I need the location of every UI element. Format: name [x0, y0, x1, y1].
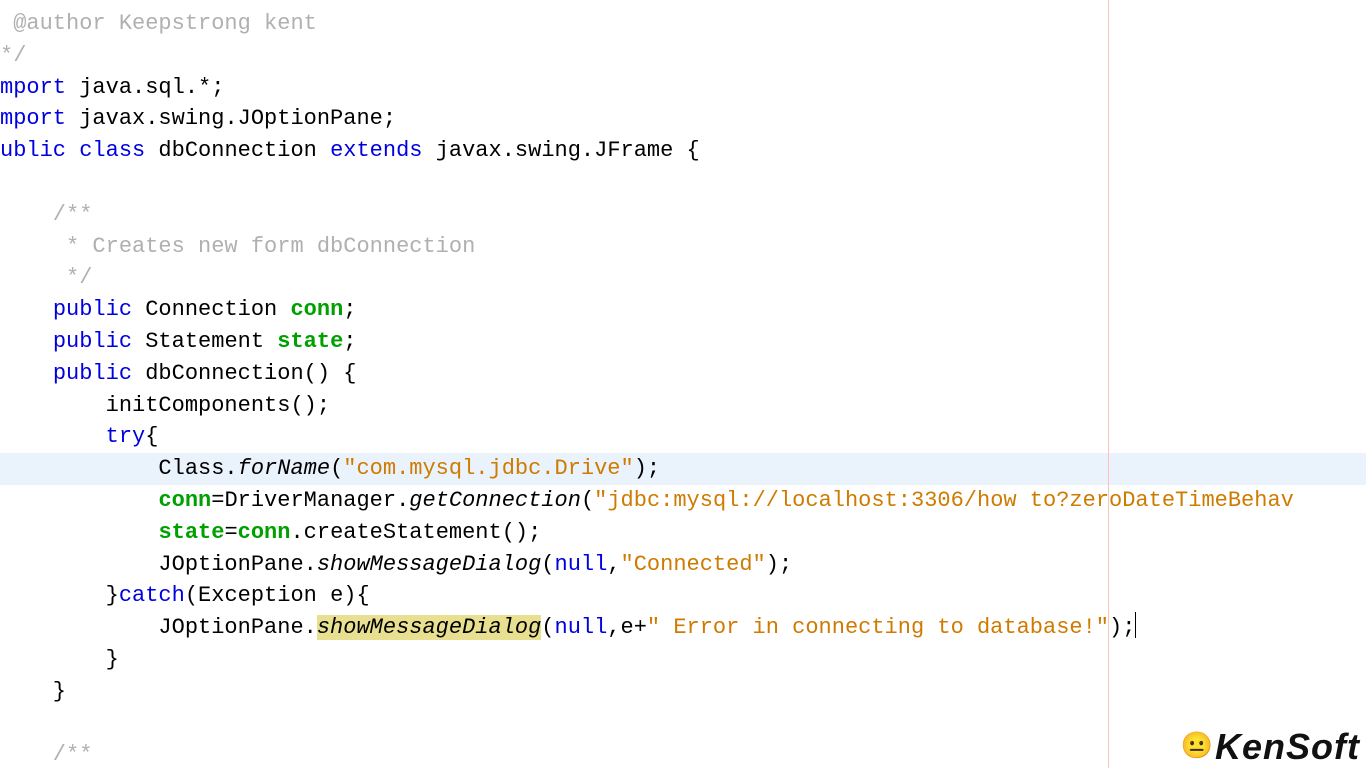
- indent: [0, 329, 53, 354]
- code-text: Class.: [0, 456, 238, 481]
- code-line: initComponents();: [0, 390, 1366, 422]
- code-line: public Connection conn;: [0, 294, 1366, 326]
- code-text: (: [541, 615, 554, 640]
- keyword: ublic: [0, 138, 66, 163]
- code-line: state=conn.createStatement();: [0, 517, 1366, 549]
- brand-text: KenSoft: [1215, 726, 1360, 768]
- code-text: (: [581, 488, 594, 513]
- indent: [0, 488, 158, 513]
- keyword: catch: [119, 583, 185, 608]
- indent: [0, 361, 53, 386]
- code-line: [0, 167, 1366, 199]
- keyword: try: [106, 424, 146, 449]
- string-literal: " Error in connecting to database!": [647, 615, 1109, 640]
- code-text: initComponents();: [0, 393, 330, 418]
- code-line: JOptionPane.showMessageDialog(null,e+" E…: [0, 612, 1366, 644]
- string-literal: "com.mysql.jdbc.Drive": [343, 456, 633, 481]
- indent: [0, 520, 158, 545]
- keyword: extends: [330, 138, 422, 163]
- keyword: public: [53, 297, 132, 322]
- code-line: mport javax.swing.JOptionPane;: [0, 103, 1366, 135]
- code-line: mport java.sql.*;: [0, 72, 1366, 104]
- code-text: javax.swing.JOptionPane;: [66, 106, 396, 131]
- static-method: getConnection: [409, 488, 581, 513]
- code-text: (: [330, 456, 343, 481]
- code-text: Statement: [132, 329, 277, 354]
- comment-text: @author Keepstrong kent: [0, 11, 317, 36]
- code-text: ;: [343, 329, 356, 354]
- code-line: ublic class dbConnection extends javax.s…: [0, 135, 1366, 167]
- code-text: java.sql.*;: [66, 75, 224, 100]
- code-line: }: [0, 644, 1366, 676]
- code-text: ;: [343, 297, 356, 322]
- static-method: showMessageDialog: [317, 552, 541, 577]
- code-text: ,: [607, 552, 620, 577]
- code-line: */: [0, 40, 1366, 72]
- string-literal: "Connected": [621, 552, 766, 577]
- static-method-highlighted: showMessageDialog: [317, 615, 541, 640]
- code-line: public Statement state;: [0, 326, 1366, 358]
- code-text: }: [0, 647, 119, 672]
- code-text: JOptionPane.: [0, 552, 317, 577]
- keyword: mport: [0, 75, 66, 100]
- code-text: }: [0, 679, 66, 704]
- code-text: (Exception e){: [185, 583, 370, 608]
- code-text: dbConnection() {: [132, 361, 356, 386]
- comment-text: */: [0, 43, 26, 68]
- comment-text: * Creates new form dbConnection: [0, 234, 475, 259]
- keyword: public: [53, 329, 132, 354]
- code-text: ,e+: [607, 615, 647, 640]
- code-line: public dbConnection() {: [0, 358, 1366, 390]
- code-line: [0, 708, 1366, 740]
- string-literal: "jdbc:mysql://localhost:3306/how to?zero…: [594, 488, 1294, 513]
- code-line: /**: [0, 199, 1366, 231]
- emoji-icon: 😐: [1181, 731, 1213, 762]
- code-line: /**: [0, 739, 1366, 771]
- code-line: conn=DriverManager.getConnection("jdbc:m…: [0, 485, 1366, 517]
- static-method: forName: [238, 456, 330, 481]
- code-line: @author Keepstrong kent: [0, 8, 1366, 40]
- keyword: null: [555, 552, 608, 577]
- code-line: */: [0, 262, 1366, 294]
- code-text: );: [634, 456, 660, 481]
- indent: [0, 297, 53, 322]
- code-text: {: [145, 424, 158, 449]
- comment-text: /**: [0, 742, 92, 767]
- field: conn: [290, 297, 343, 322]
- code-text: =DriverManager.: [211, 488, 409, 513]
- code-text: .createStatement();: [290, 520, 541, 545]
- field: state: [158, 520, 224, 545]
- code-text: =: [224, 520, 237, 545]
- code-text: );: [1109, 615, 1135, 640]
- indent: [0, 424, 106, 449]
- text-cursor: [1135, 612, 1136, 638]
- code-text: );: [766, 552, 792, 577]
- field: state: [277, 329, 343, 354]
- comment-text: */: [0, 265, 92, 290]
- code-line: * Creates new form dbConnection: [0, 231, 1366, 263]
- code-text: [66, 138, 79, 163]
- keyword: class: [79, 138, 145, 163]
- brand-watermark: 😐 KenSoft: [1181, 726, 1360, 768]
- code-editor[interactable]: @author Keepstrong kent */ mport java.sq…: [0, 0, 1366, 768]
- field: conn: [158, 488, 211, 513]
- code-text: javax.swing.JFrame {: [423, 138, 700, 163]
- code-text: dbConnection: [145, 138, 330, 163]
- code-text: JOptionPane.: [0, 615, 317, 640]
- code-line: }: [0, 676, 1366, 708]
- keyword: null: [555, 615, 608, 640]
- comment-text: /**: [0, 202, 92, 227]
- field: conn: [238, 520, 291, 545]
- code-line-active: Class.forName("com.mysql.jdbc.Drive");: [0, 453, 1366, 485]
- code-line: }catch(Exception e){: [0, 580, 1366, 612]
- code-text: Connection: [132, 297, 290, 322]
- right-margin-guide: [1108, 0, 1109, 768]
- keyword: mport: [0, 106, 66, 131]
- code-text: (: [541, 552, 554, 577]
- code-line: JOptionPane.showMessageDialog(null,"Conn…: [0, 549, 1366, 581]
- keyword: public: [53, 361, 132, 386]
- code-text: }: [0, 583, 119, 608]
- code-line: try{: [0, 421, 1366, 453]
